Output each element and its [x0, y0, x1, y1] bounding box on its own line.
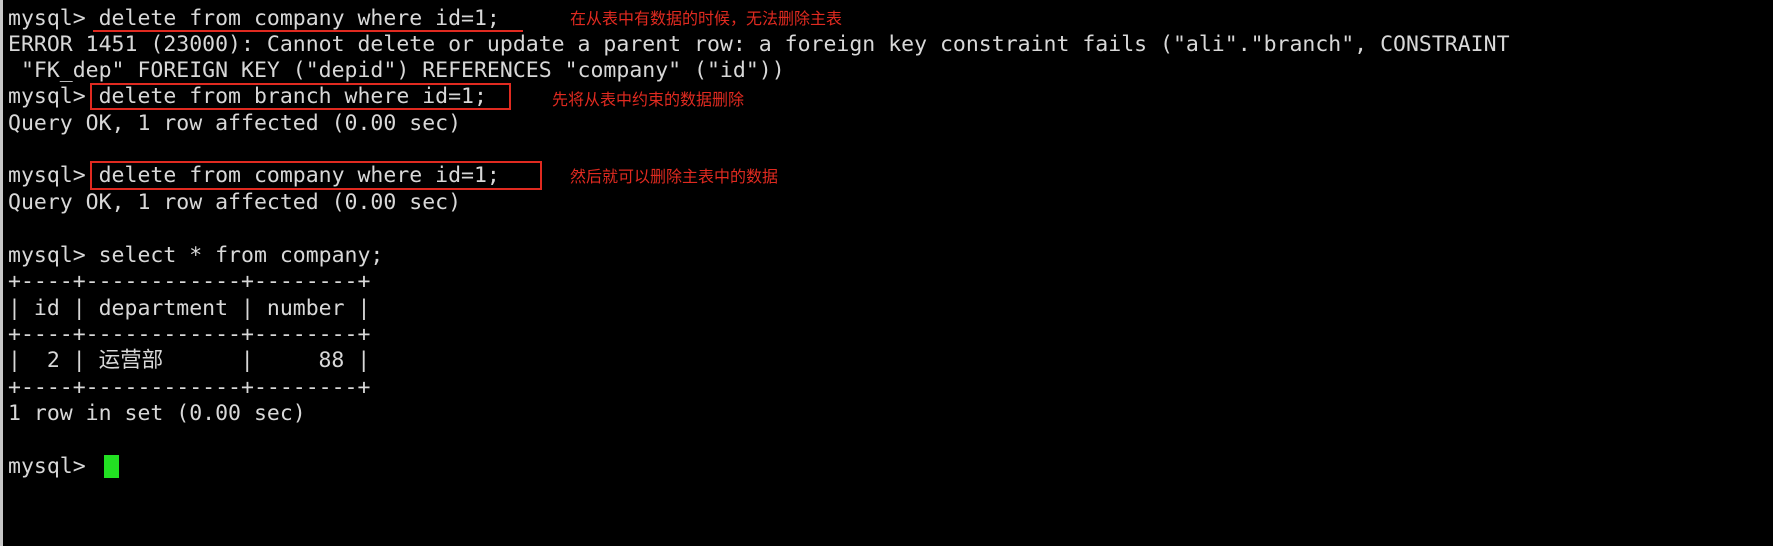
text-cursor	[104, 455, 119, 478]
terminal-prompt-line: mysql>	[8, 454, 99, 479]
highlight-underline-delete-company-first	[93, 30, 523, 32]
terminal-screen: mysql> delete from company where id=1; E…	[0, 0, 1773, 546]
terminal-line: mysql> delete from branch where id=1;	[8, 84, 487, 109]
terminal-line: mysql> select * from company;	[8, 243, 384, 268]
terminal-line: Query OK, 1 row affected (0.00 sec)	[8, 111, 462, 136]
terminal-line: +----+------------+--------+	[8, 269, 371, 294]
annotation-cannot-delete-parent: 在从表中有数据的时候，无法删除主表	[570, 9, 843, 28]
terminal-line: Query OK, 1 row affected (0.00 sec)	[8, 190, 462, 215]
annotation-delete-child-first: 先将从表中约束的数据删除	[552, 90, 745, 109]
window-edge-strip	[0, 0, 3, 546]
terminal-line: mysql> delete from company where id=1;	[8, 163, 500, 188]
terminal-line: 1 row in set (0.00 sec)	[8, 401, 306, 426]
terminal-line: "FK_dep" FOREIGN KEY ("depid") REFERENCE…	[8, 58, 785, 83]
terminal-line: | id | department | number |	[8, 296, 371, 321]
terminal-output[interactable]: mysql> delete from company where id=1; E…	[8, 0, 1773, 546]
terminal-line: +----+------------+--------+	[8, 322, 371, 347]
terminal-line: ERROR 1451 (23000): Cannot delete or upd…	[8, 32, 1510, 57]
terminal-line: mysql> delete from company where id=1;	[8, 6, 500, 31]
terminal-line: +----+------------+--------+	[8, 375, 371, 400]
terminal-table-row: | 2 | 运营部 | 88 |	[8, 348, 371, 373]
annotation-then-delete-parent: 然后就可以删除主表中的数据	[570, 167, 779, 186]
